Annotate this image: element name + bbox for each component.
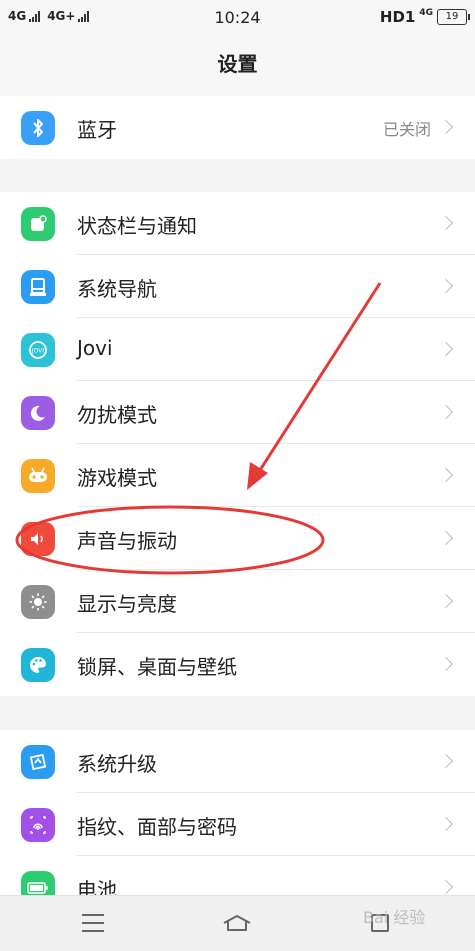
moon-icon (21, 396, 55, 430)
settings-item-bluetooth[interactable]: 蓝牙 已关闭 (0, 96, 475, 159)
hd-indicator: HD1 (379, 8, 416, 26)
notification-icon (21, 207, 55, 241)
upgrade-icon (21, 745, 55, 779)
chevron-right-icon (438, 816, 454, 832)
settings-item-label: 勿扰模式 (77, 403, 157, 427)
settings-item-display[interactable]: 显示与亮度 (0, 570, 475, 633)
palette-icon (21, 648, 55, 682)
settings-item-label: 指纹、面部与密码 (77, 815, 237, 839)
chevron-right-icon (438, 656, 454, 672)
chevron-right-icon (438, 753, 454, 769)
settings-item-label: 声音与振动 (77, 529, 177, 553)
settings-group-system: 系统升级 指纹、面部与密码 电池 (0, 730, 475, 895)
settings-item-label: 电池 (77, 878, 117, 895)
settings-item-sound[interactable]: 声音与振动 (0, 507, 475, 570)
settings-item-dnd[interactable]: 勿扰模式 (0, 381, 475, 444)
settings-item-wallpaper[interactable]: 锁屏、桌面与壁纸 (0, 633, 475, 696)
watermark: Bai 经验 (363, 908, 426, 927)
chevron-right-icon (438, 341, 454, 357)
settings-item-status-bar[interactable]: 状态栏与通知 (0, 192, 475, 255)
settings-item-label: 显示与亮度 (77, 592, 177, 616)
settings-group-display: 状态栏与通知 系统导航 JOVI Jovi 勿扰模式 游戏模式 声音与振动 显示… (0, 192, 475, 696)
home-icon (223, 915, 251, 931)
status-bar: 4G 4G+ 10:24 HD1 4G 19 (0, 0, 475, 34)
settings-item-label: 状态栏与通知 (77, 214, 197, 238)
settings-item-navigation[interactable]: 系统导航 (0, 255, 475, 318)
menu-icon (82, 914, 104, 932)
chevron-right-icon (438, 119, 454, 135)
settings-item-label: 锁屏、桌面与壁纸 (77, 655, 237, 679)
battery-level: 19 (445, 11, 459, 22)
settings-item-battery[interactable]: 电池 (0, 856, 475, 895)
chevron-right-icon (438, 278, 454, 294)
network-type-3: 4G (419, 8, 433, 18)
battery-icon (21, 871, 55, 895)
settings-item-fingerprint[interactable]: 指纹、面部与密码 (0, 793, 475, 856)
chevron-right-icon (438, 467, 454, 483)
settings-item-upgrade[interactable]: 系统升级 (0, 730, 475, 793)
battery-icon: 19 (437, 9, 470, 25)
settings-item-value: 已关闭 (382, 120, 431, 139)
settings-group-connectivity: 蓝牙 已关闭 (0, 96, 475, 159)
bluetooth-icon (21, 111, 55, 145)
home-button[interactable] (217, 908, 257, 938)
brightness-icon (21, 585, 55, 619)
gamepad-icon (21, 459, 55, 493)
settings-item-label: Jovi (77, 336, 113, 360)
speaker-icon (21, 522, 55, 556)
page-title: 设置 (217, 52, 258, 76)
settings-item-label: 蓝牙 (77, 118, 117, 142)
chevron-right-icon (438, 593, 454, 609)
svg-text:JOVI: JOVI (31, 348, 44, 355)
jovi-icon: JOVI (21, 333, 55, 367)
settings-item-label: 系统导航 (77, 277, 157, 301)
settings-item-jovi[interactable]: JOVI Jovi (0, 318, 475, 381)
menu-button[interactable] (73, 908, 113, 938)
navigation-icon (21, 270, 55, 304)
chevron-right-icon (438, 879, 454, 895)
settings-item-label: 系统升级 (77, 752, 157, 776)
header: 设置 (0, 34, 475, 96)
settings-item-game-mode[interactable]: 游戏模式 (0, 444, 475, 507)
chevron-right-icon (438, 530, 454, 546)
chevron-right-icon (438, 404, 454, 420)
settings-item-label: 游戏模式 (77, 466, 157, 490)
fingerprint-icon (21, 808, 55, 842)
chevron-right-icon (438, 215, 454, 231)
